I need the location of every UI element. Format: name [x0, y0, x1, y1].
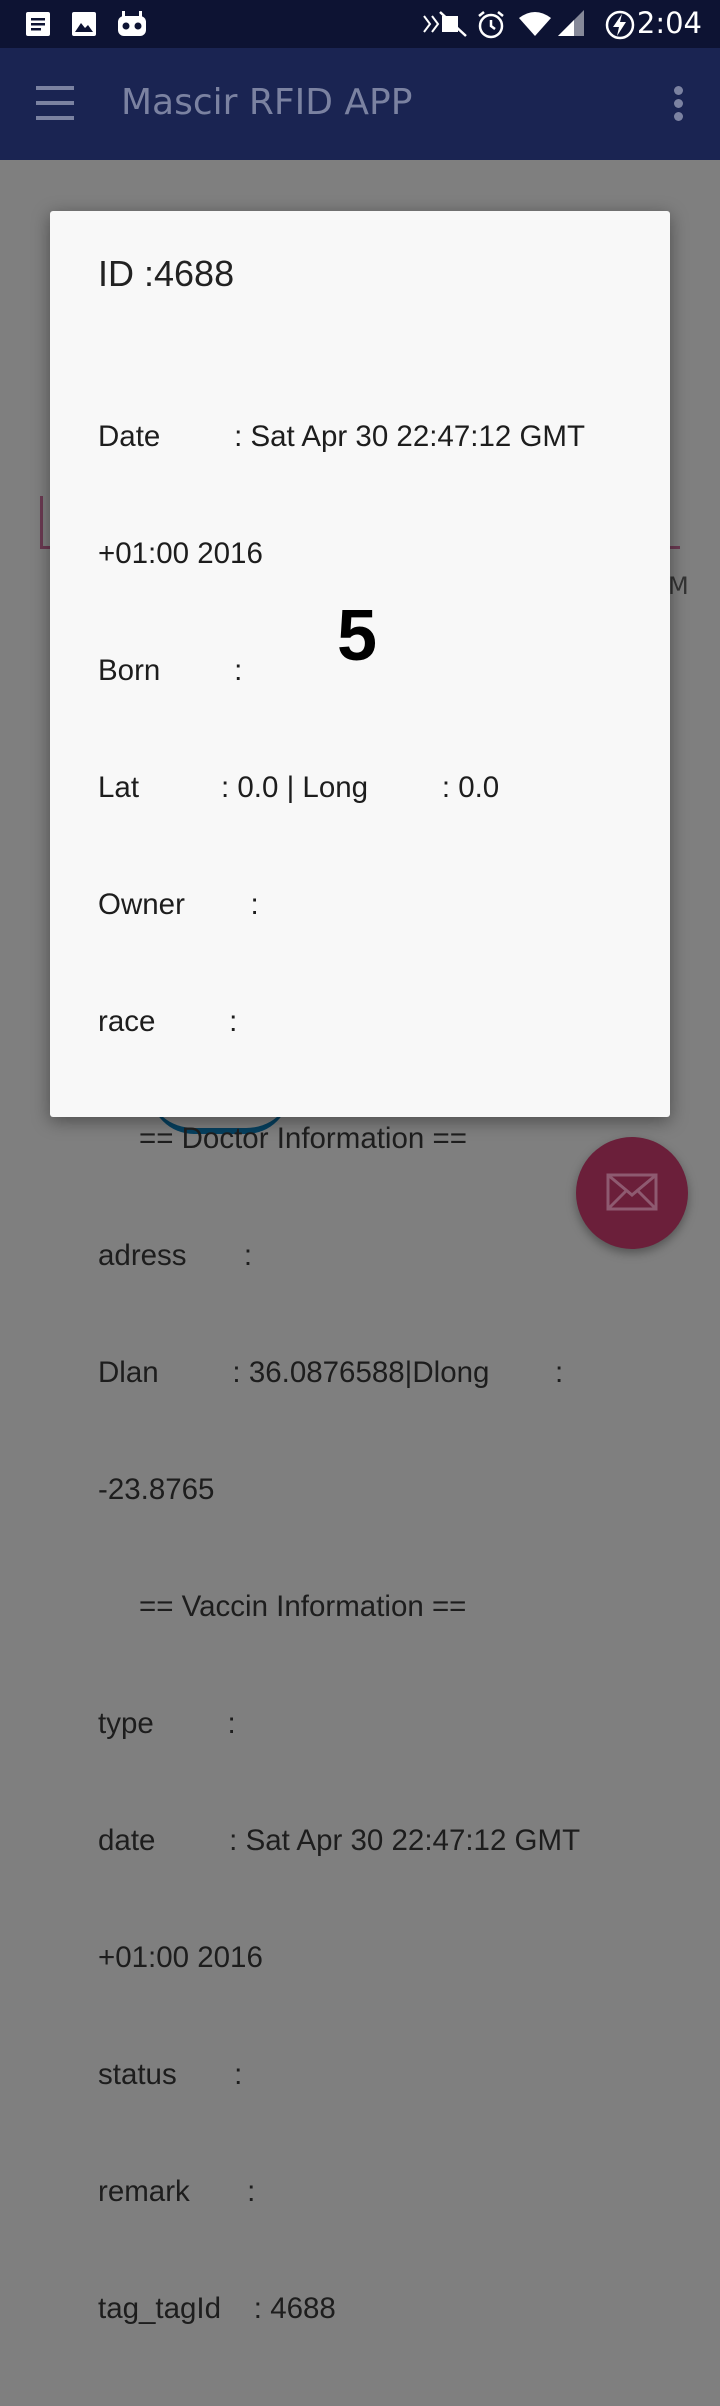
mute-icon [423, 11, 467, 37]
hamburger-menu-icon[interactable] [36, 86, 76, 120]
dialog-line: -23.8765 [98, 1473, 215, 1506]
vaccin-info-heading: == Vaccin Information == [98, 1590, 467, 1623]
more-vert-icon[interactable] [674, 86, 686, 126]
mail-fab-button[interactable] [576, 1137, 688, 1249]
battery-charging-icon [605, 10, 635, 40]
notes-icon [26, 12, 50, 36]
mail-icon [606, 1173, 658, 1211]
status-time: 2:04 [636, 6, 702, 40]
dialog-line: Dlan : 36.0876588|Dlong : [98, 1356, 564, 1389]
android-icon [118, 11, 146, 36]
background-field-border [40, 496, 43, 548]
dialog-line: +01:00 2016 [98, 1941, 263, 1974]
doctor-info-heading: == Doctor Information == [98, 1122, 467, 1155]
signal-icon [558, 10, 584, 36]
dialog-line: adress : [98, 1239, 253, 1272]
dialog-line: Lat : 0.0 | Long : 0.0 [98, 771, 500, 804]
wifi-icon [519, 12, 551, 36]
dialog-line: race : [98, 1005, 238, 1038]
dialog-line: Date : Sat Apr 30 22:47:12 GMT [98, 420, 585, 453]
dialog-line: status : [98, 2058, 243, 2091]
image-icon [72, 12, 96, 36]
dialog-line: tag_tagId : 4688 [98, 2292, 336, 2325]
overlay-number: 5 [337, 596, 378, 676]
dialog-title: ID :4688 [98, 253, 235, 294]
dialog-line: remark : [98, 2175, 256, 2208]
dialog-line: type : [98, 1707, 236, 1740]
dialog-line: Owner : [98, 888, 259, 921]
status-bar: 2:04 [0, 0, 720, 48]
alarm-icon [478, 11, 504, 39]
dialog-line: +01:00 2016 [98, 537, 263, 570]
background-partial-text: M [668, 572, 689, 600]
app-toolbar: Mascir RFID APP [0, 48, 720, 160]
info-dialog: ID :4688 Date : Sat Apr 30 22:47:12 GMT … [50, 211, 670, 2325]
app-title: Mascir RFID APP [121, 82, 413, 123]
dialog-line: date : Sat Apr 30 22:47:12 GMT [98, 1824, 581, 1857]
